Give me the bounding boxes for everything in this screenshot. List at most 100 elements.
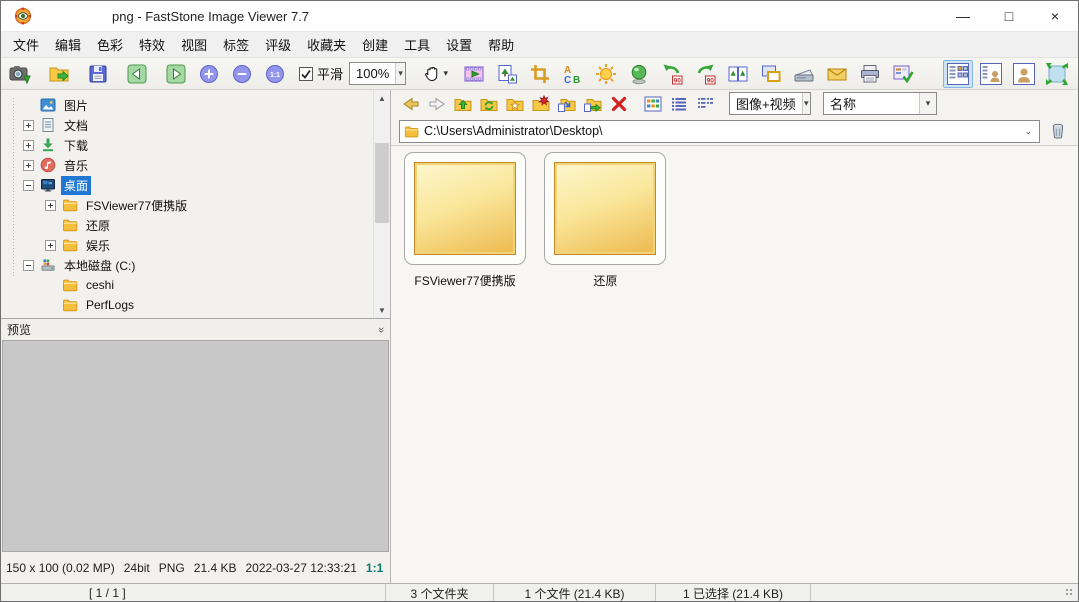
menu-effects[interactable]: 特效: [131, 31, 173, 58]
rotate-left-button[interactable]: 90: [659, 61, 685, 87]
slideshow-button[interactable]: [461, 61, 487, 87]
folder-thumbnail-card[interactable]: [404, 152, 526, 265]
acquire-scanner-button[interactable]: [791, 61, 817, 87]
menu-colors[interactable]: 色彩: [89, 31, 131, 58]
forward-button[interactable]: [425, 93, 449, 115]
chevron-down-icon[interactable]: ▾: [395, 63, 405, 84]
menu-tag[interactable]: 标签: [215, 31, 257, 58]
tree-item-ceshi[interactable]: ceshi: [1, 275, 372, 295]
expand-icon[interactable]: [23, 120, 34, 131]
menu-file[interactable]: 文件: [5, 31, 47, 58]
print-button[interactable]: [857, 61, 883, 87]
expand-icon[interactable]: [23, 140, 34, 151]
expand-icon[interactable]: [23, 160, 34, 171]
menu-settings[interactable]: 设置: [438, 31, 480, 58]
minimize-button[interactable]: —: [940, 1, 986, 31]
resize-button[interactable]: [494, 61, 520, 87]
expand-icon[interactable]: [45, 240, 56, 251]
fullscreen-button[interactable]: [1042, 60, 1072, 88]
open-file-button[interactable]: [46, 61, 72, 87]
maximize-button[interactable]: □: [986, 1, 1032, 31]
smooth-checkbox[interactable]: 平滑: [299, 64, 343, 83]
folder-item[interactable]: 还原: [544, 152, 666, 289]
thumbnails-view-button[interactable]: [641, 93, 665, 115]
tree-item-music[interactable]: 音乐: [1, 155, 372, 175]
refresh-folder-button[interactable]: [477, 93, 501, 115]
chevron-down-icon[interactable]: ▾: [443, 68, 448, 79]
zoom-out-button[interactable]: [229, 61, 255, 87]
tree-item-downloads[interactable]: 下载: [1, 135, 372, 155]
folder-thumbnail-card[interactable]: [544, 152, 666, 265]
delete-button[interactable]: [607, 93, 631, 115]
folder-item-label[interactable]: FSViewer77便携版: [404, 272, 526, 289]
tree-item-pictures[interactable]: 图片: [1, 95, 372, 115]
browser-view-button[interactable]: [943, 60, 973, 88]
file-filter-select[interactable]: 图像+视频 ▾: [729, 92, 811, 115]
menu-help[interactable]: 帮助: [480, 31, 522, 58]
menu-tools[interactable]: 工具: [396, 31, 438, 58]
scroll-up-icon[interactable]: ▲: [374, 90, 390, 106]
tree-item-fsviewer[interactable]: FSViewer77便携版: [1, 195, 372, 215]
external-programs-button[interactable]: [890, 61, 916, 87]
expand-icon[interactable]: [45, 200, 56, 211]
adjust-colors-button[interactable]: [626, 61, 652, 87]
menu-edit[interactable]: 编辑: [47, 31, 89, 58]
new-folder-button[interactable]: [529, 93, 553, 115]
close-button[interactable]: ×: [1032, 1, 1078, 31]
scroll-down-icon[interactable]: ▼: [374, 302, 390, 318]
tree-item-documents[interactable]: 文档: [1, 115, 372, 135]
full-preview-button[interactable]: [1009, 60, 1039, 88]
menu-favorites[interactable]: 收藏夹: [299, 31, 354, 58]
collapse-icon[interactable]: [23, 260, 34, 271]
email-button[interactable]: [824, 61, 850, 87]
tree-item-huanyuan[interactable]: 还原: [1, 215, 372, 235]
folder-item-label[interactable]: 还原: [544, 272, 666, 289]
recycle-bin-button[interactable]: [1046, 119, 1070, 143]
next-image-button[interactable]: [163, 61, 189, 87]
tree-item-yule[interactable]: 娱乐: [1, 235, 372, 255]
scrollbar-thumb[interactable]: [375, 143, 389, 223]
move-to-folder-button[interactable]: [555, 93, 579, 115]
chevron-down-icon[interactable]: ⌄: [1021, 126, 1035, 137]
hand-tool-button[interactable]: ▾: [422, 61, 448, 87]
address-bar[interactable]: C:\Users\Administrator\Desktop\ ⌄: [399, 120, 1040, 143]
compare-images-button[interactable]: [725, 61, 751, 87]
zoom-in-button[interactable]: [196, 61, 222, 87]
chevron-down-icon[interactable]: ▾: [919, 93, 936, 114]
photo-capture-button[interactable]: [7, 61, 33, 87]
folder-thumbnail-image[interactable]: [414, 162, 516, 255]
preview-view-button[interactable]: [976, 60, 1006, 88]
adjust-lighting-button[interactable]: [593, 61, 619, 87]
zoom-level-select[interactable]: 100% ▾: [349, 62, 406, 85]
save-as-button[interactable]: [85, 61, 111, 87]
actual-size-button[interactable]: 1:1: [262, 61, 288, 87]
collapse-preview-icon[interactable]: »: [375, 326, 387, 332]
list-view-button[interactable]: [693, 93, 717, 115]
tree-item-perflogs[interactable]: PerfLogs: [1, 295, 372, 315]
resize-grip[interactable]: [1065, 588, 1075, 598]
crop-button[interactable]: [527, 61, 553, 87]
chevron-down-icon[interactable]: ▾: [802, 93, 810, 114]
address-path[interactable]: C:\Users\Administrator\Desktop\: [424, 124, 1021, 138]
menu-view[interactable]: 视图: [173, 31, 215, 58]
details-view-button[interactable]: [667, 93, 691, 115]
menu-create[interactable]: 创建: [354, 31, 396, 58]
previous-image-button[interactable]: [124, 61, 150, 87]
file-browser-area[interactable]: FSViewer77便携版 还原: [391, 145, 1078, 583]
screen-capture-button[interactable]: [758, 61, 784, 87]
tree-item-desktop[interactable]: 桌面: [1, 175, 372, 195]
selected-tree-label[interactable]: 桌面: [61, 176, 91, 195]
rotate-right-button[interactable]: 90: [692, 61, 718, 87]
collapse-icon[interactable]: [23, 180, 34, 191]
sort-select[interactable]: 名称 ▾: [823, 92, 937, 115]
tree-item-local-disk-c[interactable]: 本地磁盘 (C:): [1, 255, 372, 275]
up-folder-button[interactable]: [451, 93, 475, 115]
draw-text-button[interactable]: A C B: [560, 61, 586, 87]
copy-to-folder-button[interactable]: [581, 93, 605, 115]
tree-scrollbar[interactable]: ▲ ▼: [373, 90, 390, 318]
menu-rating[interactable]: 评级: [257, 31, 299, 58]
folder-thumbnail-image[interactable]: [554, 162, 656, 255]
folder-item[interactable]: FSViewer77便携版: [404, 152, 526, 289]
back-button[interactable]: [399, 93, 423, 115]
favorites-folder-button[interactable]: [503, 93, 527, 115]
